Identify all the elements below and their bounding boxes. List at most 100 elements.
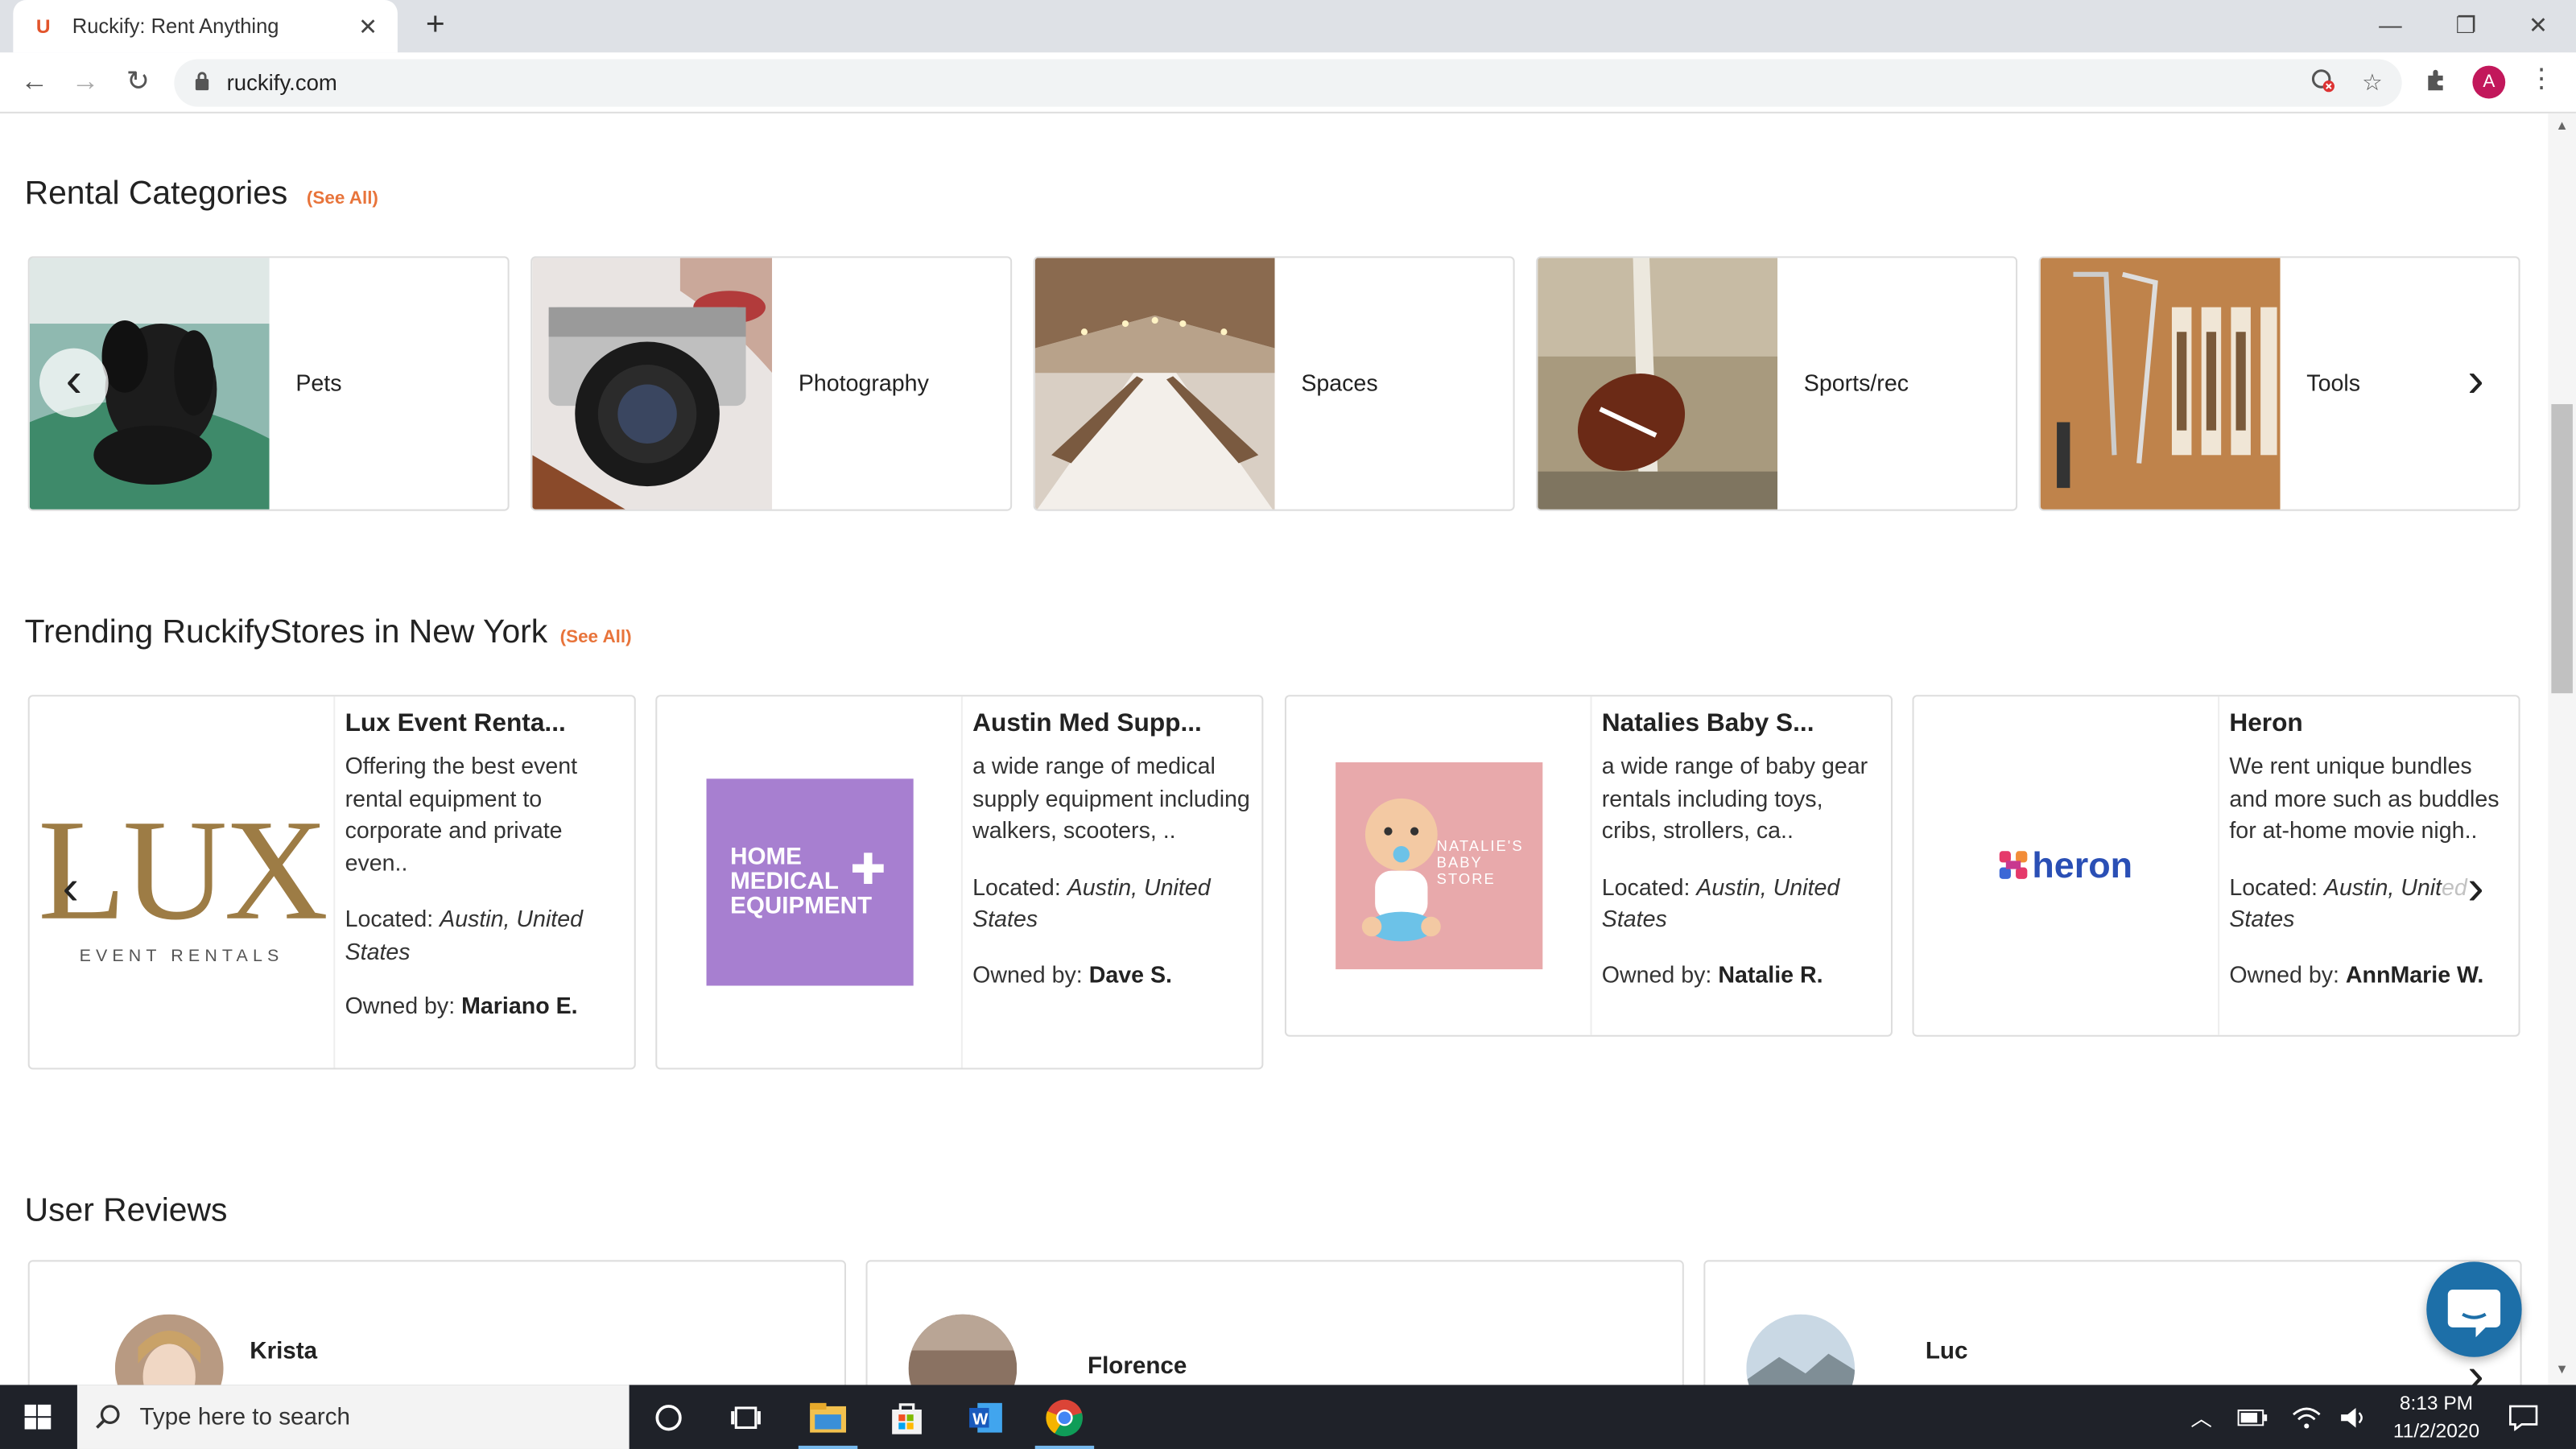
- store-location: Located: Austin, United States: [345, 905, 584, 964]
- taskbar-clock[interactable]: 8:13 PM 11/2/2020: [2372, 1390, 2500, 1444]
- category-label: Spaces: [1301, 369, 1378, 396]
- forward-button[interactable]: →: [66, 63, 105, 102]
- extensions-puzzle-icon[interactable]: [2421, 68, 2451, 97]
- stores-heading: Trending RuckifyStores in New York: [24, 614, 548, 651]
- clock-time: 8:13 PM: [2399, 1391, 2474, 1415]
- heron-logo-text: heron: [2032, 844, 2133, 886]
- tab-title: Ruckify: Rent Anything: [72, 14, 279, 38]
- category-label: Tools: [2306, 369, 2360, 396]
- microsoft-word-icon[interactable]: W: [947, 1385, 1026, 1449]
- store-logo: HOME MEDICAL EQUIPMENT ✚: [657, 696, 963, 1068]
- store-card[interactable]: NATALIE'S BABY STORE Natalies Baby S... …: [1284, 695, 1893, 1037]
- microsoft-store-icon[interactable]: [868, 1385, 947, 1449]
- search-placeholder: Type here to search: [139, 1403, 351, 1430]
- reviewer-name: Luc: [1925, 1339, 1968, 1365]
- scroll-up-arrow-icon[interactable]: ▲: [2551, 118, 2573, 133]
- store-owner: Owned by: Mariano E.: [345, 992, 578, 1019]
- browser-tab-strip: U Ruckify: Rent Anything ✕ + — ❐ ✕: [0, 0, 2576, 53]
- store-card[interactable]: HOME MEDICAL EQUIPMENT ✚ Austin Med Supp…: [655, 695, 1264, 1070]
- blocked-cookie-icon[interactable]: [2308, 68, 2338, 97]
- close-tab-icon[interactable]: ✕: [355, 12, 382, 40]
- volume-icon[interactable]: [2336, 1385, 2372, 1449]
- heron-logo-icon: [1999, 851, 2028, 879]
- store-owner: Owned by: Dave S.: [972, 960, 1172, 987]
- store-description: Offering the best event rental equipment…: [345, 752, 578, 875]
- store-card[interactable]: LUX EVENT RENTALS Lux Event Renta... Off…: [27, 695, 636, 1070]
- windows-logo-icon: [24, 1404, 52, 1430]
- store-info: Austin Med Supp... a wide range of medic…: [972, 710, 1252, 987]
- search-icon: [96, 1404, 120, 1428]
- plus-icon: ✚: [850, 844, 886, 894]
- categories-prev-arrow-icon[interactable]: ‹: [39, 348, 109, 418]
- store-logo: NATALIE'S BABY STORE: [1286, 696, 1592, 1035]
- categories-section-title: Rental Categories (See All): [25, 175, 378, 213]
- category-card-photography[interactable]: Photography: [530, 256, 1013, 511]
- url-text: ruckify.com: [226, 70, 337, 96]
- store-location: Located: Austin, United States: [1601, 873, 1840, 932]
- store-info: Lux Event Renta... Offering the best eve…: [345, 710, 625, 1019]
- reviews-section-title: User Reviews: [24, 1192, 228, 1229]
- category-label: Photography: [798, 369, 929, 396]
- category-card-spaces[interactable]: Spaces: [1033, 256, 1515, 511]
- store-name[interactable]: Natalies Baby S...: [1602, 710, 1881, 740]
- notifications-icon[interactable]: [2500, 1385, 2546, 1449]
- back-button[interactable]: ←: [14, 63, 54, 102]
- tools-image: [2040, 258, 2281, 510]
- sports-rec-image: [1538, 258, 1778, 510]
- store-name[interactable]: Lux Event Renta...: [345, 710, 625, 740]
- stores-prev-arrow-icon[interactable]: ‹: [36, 856, 105, 925]
- taskbar-search-input[interactable]: Type here to search: [76, 1385, 630, 1449]
- browser-toolbar: ← → ↻ ruckify.com ☆ A ⋮: [0, 52, 2576, 114]
- stores-next-arrow-icon[interactable]: ›: [2441, 856, 2511, 925]
- wifi-icon[interactable]: [2289, 1385, 2325, 1449]
- category-card-sports-rec[interactable]: Sports/rec: [1536, 256, 2018, 511]
- google-chrome-icon[interactable]: [1025, 1385, 1104, 1449]
- browser-tab[interactable]: U Ruckify: Rent Anything ✕: [13, 0, 398, 53]
- windows-start-button[interactable]: [0, 1385, 77, 1449]
- profile-avatar[interactable]: A: [2472, 65, 2506, 99]
- store-description: a wide range of baby gear rentals includ…: [1601, 752, 1868, 843]
- windows-taskbar: Type here to search W ︿ 8:13 PM 11/2/202…: [0, 1385, 2576, 1449]
- minimize-window-button[interactable]: —: [2352, 0, 2428, 52]
- cortana-icon[interactable]: [630, 1385, 708, 1449]
- store-name[interactable]: Austin Med Supp...: [972, 710, 1252, 740]
- store-info: Heron We rent unique bundles and more su…: [2229, 710, 2508, 987]
- ruckify-favicon-icon: U: [35, 14, 51, 38]
- scrollbar-thumb[interactable]: [2551, 404, 2573, 694]
- store-owner: Owned by: AnnMarie W.: [2229, 960, 2484, 987]
- chat-bubble-icon: [2447, 1290, 2501, 1338]
- task-view-icon[interactable]: [707, 1385, 786, 1449]
- address-bar[interactable]: ruckify.com: [174, 59, 2402, 107]
- store-card[interactable]: heron Heron We rent unique bundles and m…: [1912, 695, 2520, 1037]
- store-info: Natalies Baby S... a wide range of baby …: [1602, 710, 1881, 987]
- restore-window-button[interactable]: ❐: [2428, 0, 2504, 52]
- file-explorer-icon[interactable]: [789, 1385, 868, 1449]
- lock-icon: [194, 71, 224, 96]
- screen: U Ruckify: Rent Anything ✕ + — ❐ ✕ ← → ↻…: [0, 0, 2576, 1449]
- store-description: We rent unique bundles and more such as …: [2229, 752, 2500, 843]
- categories-next-arrow-icon[interactable]: ›: [2442, 349, 2511, 418]
- categories-see-all-link[interactable]: (See All): [307, 189, 378, 208]
- svg-text:W: W: [972, 1410, 989, 1427]
- reload-button[interactable]: ↻: [118, 63, 158, 102]
- store-name[interactable]: Heron: [2229, 710, 2508, 740]
- store-owner: Owned by: Natalie R.: [1601, 960, 1823, 987]
- page-scrollbar[interactable]: [2548, 113, 2576, 1385]
- spaces-image: [1034, 258, 1275, 510]
- show-hidden-icons-chevron-icon[interactable]: ︿: [2185, 1385, 2218, 1449]
- clock-date: 11/2/2020: [2392, 1418, 2480, 1442]
- new-tab-button[interactable]: +: [417, 6, 453, 43]
- lux-logo-subtext: EVENT RENTALS: [79, 946, 284, 966]
- browser-menu-icon[interactable]: ⋮: [2529, 63, 2555, 96]
- chat-widget-button[interactable]: [2426, 1261, 2522, 1357]
- stores-section-title: Trending RuckifyStores in New York (See …: [25, 614, 632, 652]
- close-window-button[interactable]: ✕: [2500, 0, 2576, 52]
- scroll-down-arrow-icon[interactable]: ▼: [2551, 1362, 2573, 1377]
- bookmark-star-icon[interactable]: ☆: [2358, 68, 2388, 97]
- stores-see-all-link[interactable]: (See All): [560, 628, 632, 647]
- categories-heading: Rental Categories: [24, 175, 288, 213]
- battery-icon[interactable]: [2234, 1385, 2270, 1449]
- baby-store-logo-text: NATALIE'S BABY STORE: [1436, 837, 1524, 888]
- store-description: a wide range of medical supply equipment…: [972, 752, 1250, 843]
- photography-image: [532, 258, 773, 510]
